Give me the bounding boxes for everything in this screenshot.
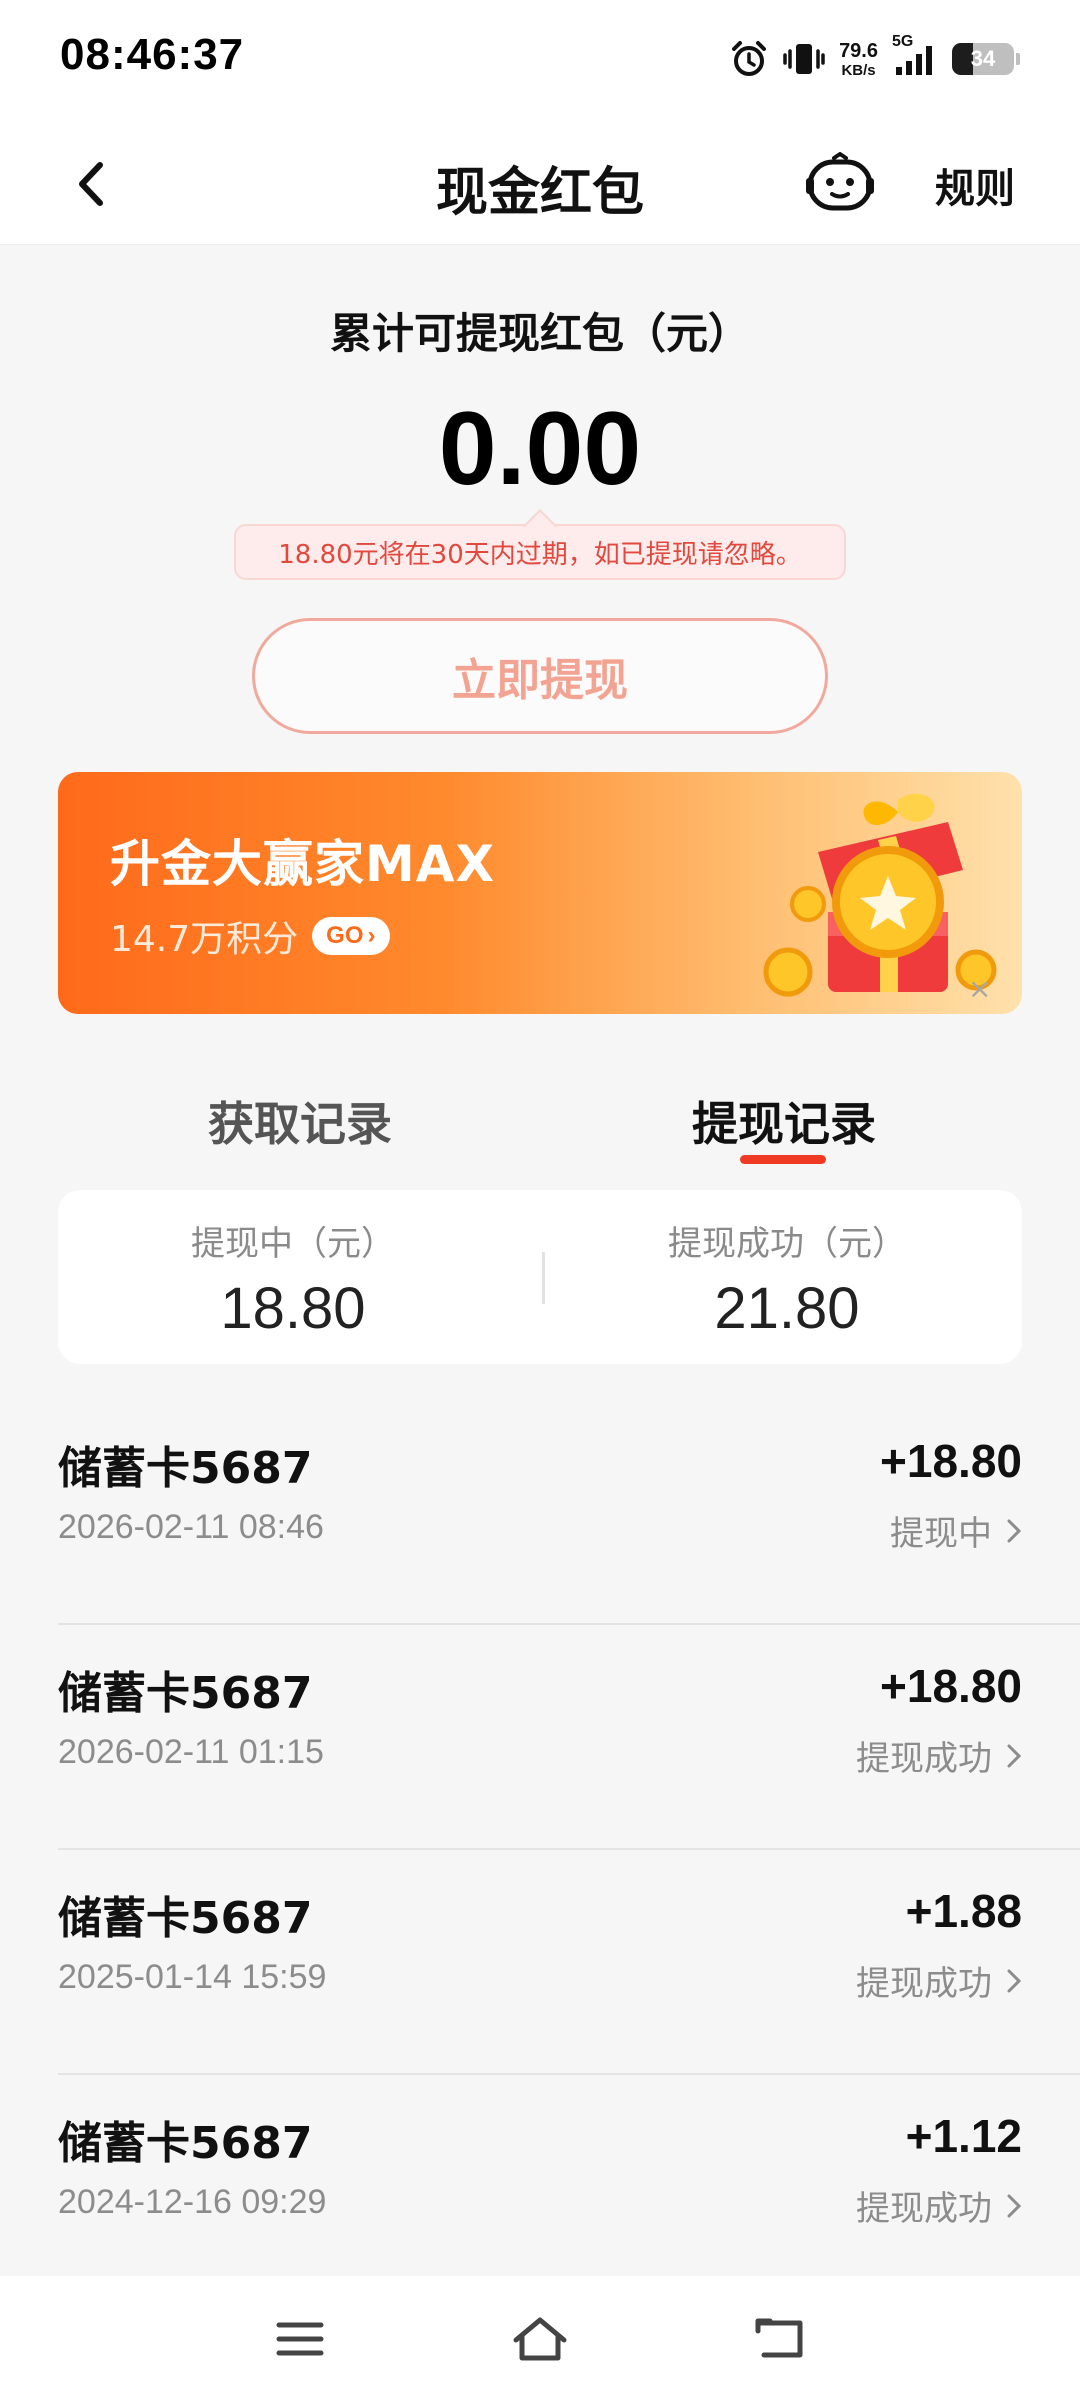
vibrate-icon [783,39,825,79]
record-status-text: 提现中 [890,1514,992,1554]
expiry-tip: 18.80元将在30天内过期，如已提现请忽略。 [234,524,846,580]
stat-pending-label: 提现中（元） [191,1224,395,1264]
withdraw-record-list: 储蓄卡5687 2026-02-11 08:46 +18.80 提现中 储蓄卡5… [0,1398,1080,2298]
list-item[interactable]: 储蓄卡5687 2024-12-16 09:29 +1.12 提现成功 [0,2073,1080,2298]
record-amount: +1.12 [905,2110,1022,2162]
record-time: 2026-02-11 08:46 [58,1508,324,1546]
close-icon: × [968,972,992,1005]
record-status-text: 提现成功 [856,1739,992,1779]
list-item[interactable]: 储蓄卡5687 2026-02-11 01:15 +18.80 提现成功 [0,1623,1080,1848]
menu-icon [276,2322,324,2356]
chevron-right-icon [1007,1969,1022,1992]
status-icons: 79.6 KB/s 5G 34 [729,33,1020,84]
list-item[interactable]: 储蓄卡5687 2025-01-14 15:59 +1.88 提现成功 [0,1848,1080,2073]
record-status: 提现中 [890,1506,1022,1555]
system-navigation-bar [0,2276,1080,2400]
record-status-text: 提现成功 [856,1964,992,2004]
record-title: 储蓄卡5687 [58,1668,313,1719]
network-type: 5G [892,33,914,50]
system-menu-button[interactable] [265,2304,335,2374]
home-icon [513,2317,567,2361]
system-back-button[interactable] [745,2304,815,2374]
record-status-text: 提现成功 [856,2189,992,2229]
rules-link[interactable]: 规则 [935,156,1015,214]
promo-close-button[interactable]: × [968,972,991,1005]
net-speed-value: 79.6 [839,39,878,62]
withdrawable-label: 累计可提现红包（元） [329,309,750,358]
record-time: 2025-01-14 15:59 [58,1958,327,1996]
tab-earn-records[interactable]: 获取记录 [208,1088,392,1154]
stat-success-label: 提现成功（元） [668,1224,906,1264]
tab-withdraw-records[interactable]: 提现记录 [692,1088,876,1154]
expiry-tip-text: 18.80元将在30天内过期，如已提现请忽略。 [278,539,802,570]
stat-pending: 提现中（元） 18.80 [58,1216,528,1342]
battery-percent: 34 [970,46,996,71]
record-status: 提现成功 [856,1731,1022,1780]
promo-points: 14.7万积分 [110,919,299,960]
chevron-right-icon: › [367,922,376,949]
chevron-right-icon [1007,1744,1022,1767]
net-speed: 79.6 KB/s [839,41,878,78]
withdraw-stats-card: 提现中（元） 18.80 提现成功（元） 21.80 [58,1190,1022,1364]
record-time: 2026-02-11 01:15 [58,1733,324,1771]
record-amount: +1.88 [905,1885,1022,1937]
withdrawable-amount: 0.00 [438,391,642,507]
customer-service-button[interactable] [800,144,880,224]
status-time: 08:46:37 [60,30,245,79]
net-speed-unit: KB/s [841,61,876,79]
back-icon [755,2318,803,2358]
record-amount: +18.80 [880,1660,1022,1712]
stat-success: 提现成功（元） 21.80 [552,1216,1022,1342]
promo-banner[interactable]: 升金大赢家MAX 14.7万积分 GO › × [58,772,1022,1014]
status-bar: 08:46:37 79.6 KB/s 5G 34 [0,0,1080,120]
alarm-icon [729,39,769,79]
system-home-button[interactable] [505,2304,575,2374]
battery-cap [1016,53,1020,65]
active-tab-indicator [740,1155,826,1164]
withdraw-now-button[interactable]: 立即提现 [252,618,828,734]
promo-go-button[interactable]: GO › [312,917,390,955]
robot-service-icon [806,152,874,211]
list-item[interactable]: 储蓄卡5687 2026-02-11 08:46 +18.80 提现中 [0,1398,1080,1623]
record-amount: +18.80 [880,1435,1022,1487]
record-title: 储蓄卡5687 [58,2118,313,2169]
record-title: 储蓄卡5687 [58,1443,313,1494]
battery-icon: 34 [952,43,1014,75]
record-title: 储蓄卡5687 [58,1893,313,1944]
record-status: 提现成功 [856,1956,1022,2005]
stats-divider [542,1252,545,1304]
record-tabs: 获取记录 提现记录 [58,1058,1022,1178]
signal-icon: 5G [892,33,938,79]
promo-go-label: GO [326,922,364,949]
promo-subtitle-row: 14.7万积分 GO › [110,910,390,962]
record-time: 2024-12-16 09:29 [58,2183,327,2221]
top-nav-bar: 现金红包 规则 [0,120,1080,245]
promo-title: 升金大赢家MAX [110,835,496,893]
stat-pending-value: 18.80 [220,1276,366,1341]
stat-success-value: 21.80 [714,1276,860,1341]
chevron-right-icon [1007,1519,1022,1542]
page-title: 现金红包 [435,163,644,223]
record-status: 提现成功 [856,2181,1022,2230]
chevron-right-icon [1007,2194,1022,2217]
